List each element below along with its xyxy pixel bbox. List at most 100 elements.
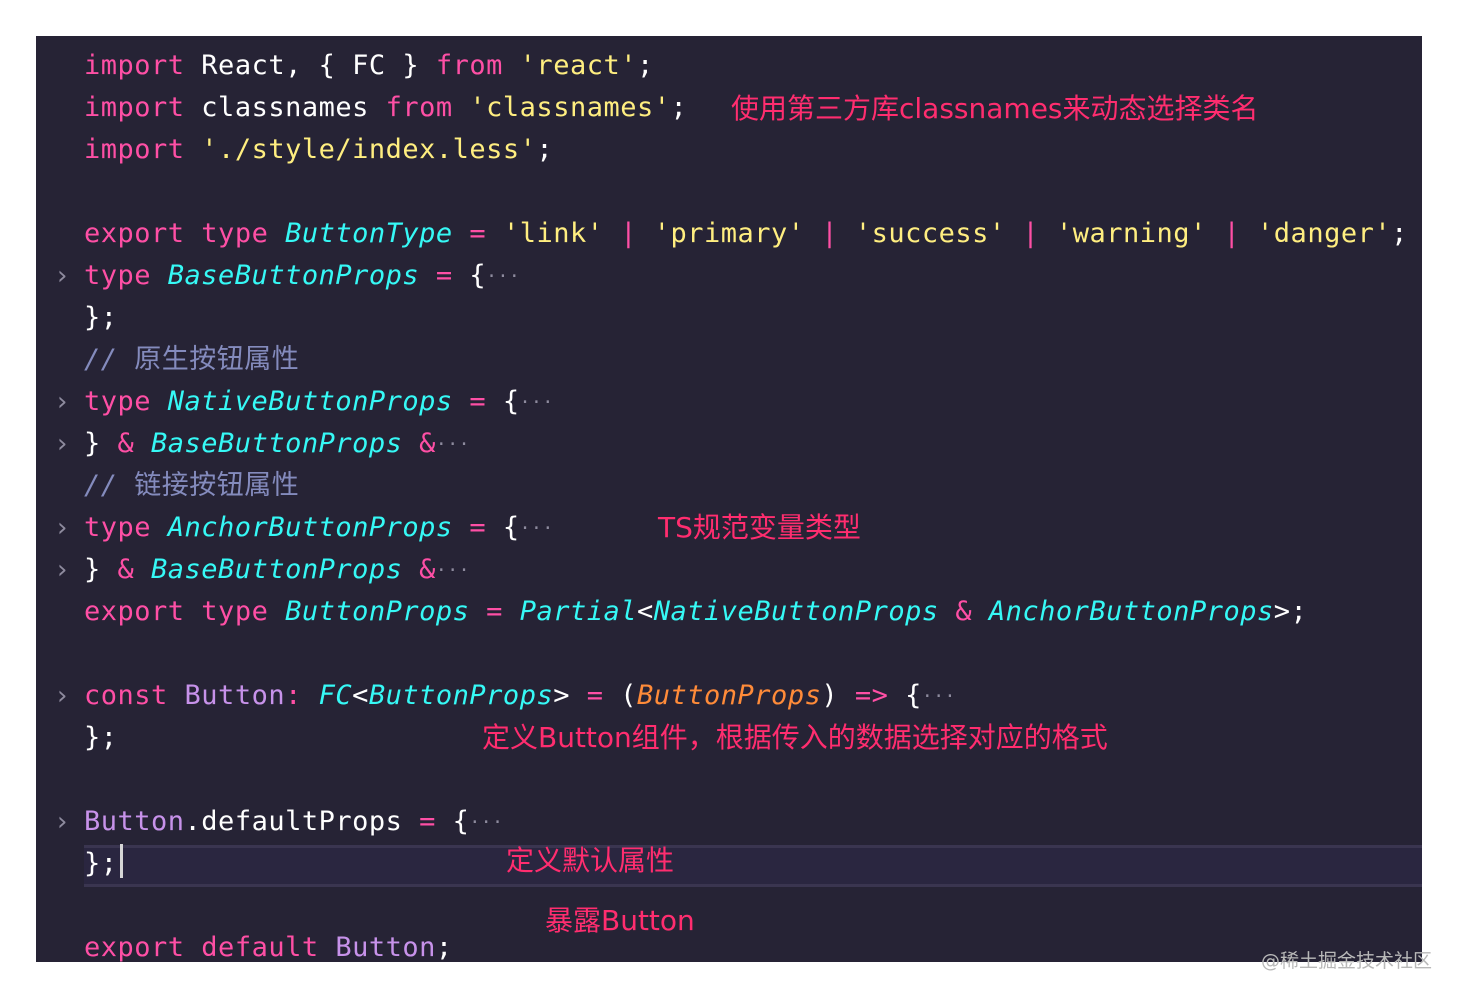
code-line-6[interactable]: › type BaseButtonProps = {··· [36,255,1422,297]
chevron-right-icon[interactable]: › [52,507,72,549]
folded-ellipsis-icon[interactable]: ··· [520,392,554,413]
operator: = [419,260,470,291]
code-text: }; [84,843,123,885]
property: .defaultProps [184,806,403,837]
comment-slashes: // [84,470,135,501]
chevron-right-icon[interactable]: › [52,675,72,717]
brace: }; [84,848,118,879]
folded-ellipsis-icon[interactable]: ··· [436,434,470,455]
brace: }; [84,722,118,753]
annotation-default-props: 定义默认属性 [506,844,675,877]
code-line-13[interactable]: › } & BaseButtonProps &··· [36,549,1422,591]
code-line-19[interactable]: › Button.defaultProps = {··· [36,801,1422,843]
import-names: classnames [184,92,386,123]
watermark: @稀土掘金技术社区 [1260,950,1432,972]
keyword-export: export [84,596,185,627]
angle-bracket: >; [1273,596,1308,627]
code-text: } & BaseButtonProps &··· [84,423,470,466]
chevron-right-icon[interactable]: › [52,423,72,465]
keyword-export: export [84,218,185,249]
code-text: const Button: FC<ButtonProps> = (ButtonP… [84,675,956,718]
code-line-3[interactable]: import './style/index.less'; [36,129,1422,171]
type-name: BaseButtonProps [151,554,403,585]
brace: } [84,554,118,585]
operator: | [1005,218,1056,249]
semicolon: ; [636,50,654,81]
brace: { [888,680,922,711]
brace: } [84,428,118,459]
code-line-10[interactable]: › } & BaseButtonProps &··· [36,423,1422,465]
identifier: Button [84,806,185,837]
code-line-7[interactable]: }; [36,297,1422,339]
brace: }; [84,302,118,333]
arrow-operator: => [854,680,889,711]
operator: | [1206,218,1258,249]
brace: { [452,806,470,837]
keyword-type: type [84,386,168,417]
string-literal: 'warning' [1055,218,1207,249]
string-literal: 'success' [854,218,1006,249]
brace: { [502,512,520,543]
chevron-right-icon[interactable]: › [52,801,72,843]
code-text: Button.defaultProps = {··· [84,801,503,844]
operator: = [402,806,453,837]
paren: ( [620,680,638,711]
operator: & [402,554,436,585]
comment-text: 链接按钮属性 [134,470,300,501]
folded-ellipsis-icon[interactable]: ··· [486,266,520,287]
folded-ellipsis-icon[interactable]: ··· [436,560,470,581]
keyword-import: import [84,50,185,81]
code-line-20[interactable]: }; [36,843,1422,885]
type-name: FC [318,680,353,711]
code-text: import React, { FC } from 'react'; [84,45,654,87]
code-line-9[interactable]: › type NativeButtonProps = {··· [36,381,1422,423]
brace: { [469,260,487,291]
operator: = [469,596,520,627]
chevron-right-icon[interactable]: › [52,381,72,423]
angle-bracket: < [636,596,654,627]
text-cursor [119,844,123,878]
keyword-type: type [184,218,286,249]
angle-bracket: > [553,680,570,711]
type-name: Partial [519,596,637,627]
semicolon: ; [1391,218,1408,249]
operator: : [285,680,319,711]
string-literal: 'danger' [1257,218,1392,249]
parameter: ButtonProps [637,680,822,711]
code-text: import './style/index.less'; [84,129,553,171]
code-text: import classnames from 'classnames'; [84,87,687,129]
chevron-right-icon[interactable]: › [52,549,72,591]
annotation-define-button: 定义Button组件，根据传入的数据选择对应的格式 [482,721,1108,754]
code-line-5[interactable]: export type ButtonType = 'link' | 'prima… [36,213,1422,255]
code-line-8[interactable]: // 原生按钮属性 [36,339,1422,381]
operator: = [452,386,503,417]
annotation-classnames: 使用第三方库classnames来动态选择类名 [731,92,1259,125]
folded-ellipsis-icon[interactable]: ··· [469,812,503,833]
code-editor[interactable]: import React, { FC } from 'react'; impor… [36,36,1422,962]
type-name: BaseButtonProps [167,260,420,291]
folded-ellipsis-icon[interactable]: ··· [922,686,956,707]
folded-ellipsis-icon[interactable]: ··· [520,518,554,539]
keyword-type: type [184,596,286,627]
import-names: React, { FC } [184,50,436,81]
operator: = [452,218,503,249]
operator: = [569,680,621,711]
keyword-import: import [84,134,185,165]
paren: ) [821,680,855,711]
string-literal: 'link' [502,218,604,249]
type-name: BaseButtonProps [151,428,403,459]
code-comment: // 链接按钮属性 [84,465,299,507]
semicolon: ; [435,932,453,962]
type-name: ButtonProps [368,680,554,711]
code-line-11[interactable]: // 链接按钮属性 [36,465,1422,507]
code-line-1[interactable]: import React, { FC } from 'react'; [36,45,1422,87]
chevron-right-icon[interactable]: › [52,255,72,297]
code-line-14[interactable]: export type ButtonProps = Partial<Native… [36,591,1422,633]
operator: & [117,428,152,459]
keyword-default: default [184,932,336,962]
comment-text: 原生按钮属性 [134,344,300,375]
keyword-type: type [84,512,168,543]
keyword-import: import [84,92,185,123]
code-line-16[interactable]: › const Button: FC<ButtonProps> = (Butto… [36,675,1422,717]
code-line-22[interactable]: export default Button; [36,927,1422,962]
